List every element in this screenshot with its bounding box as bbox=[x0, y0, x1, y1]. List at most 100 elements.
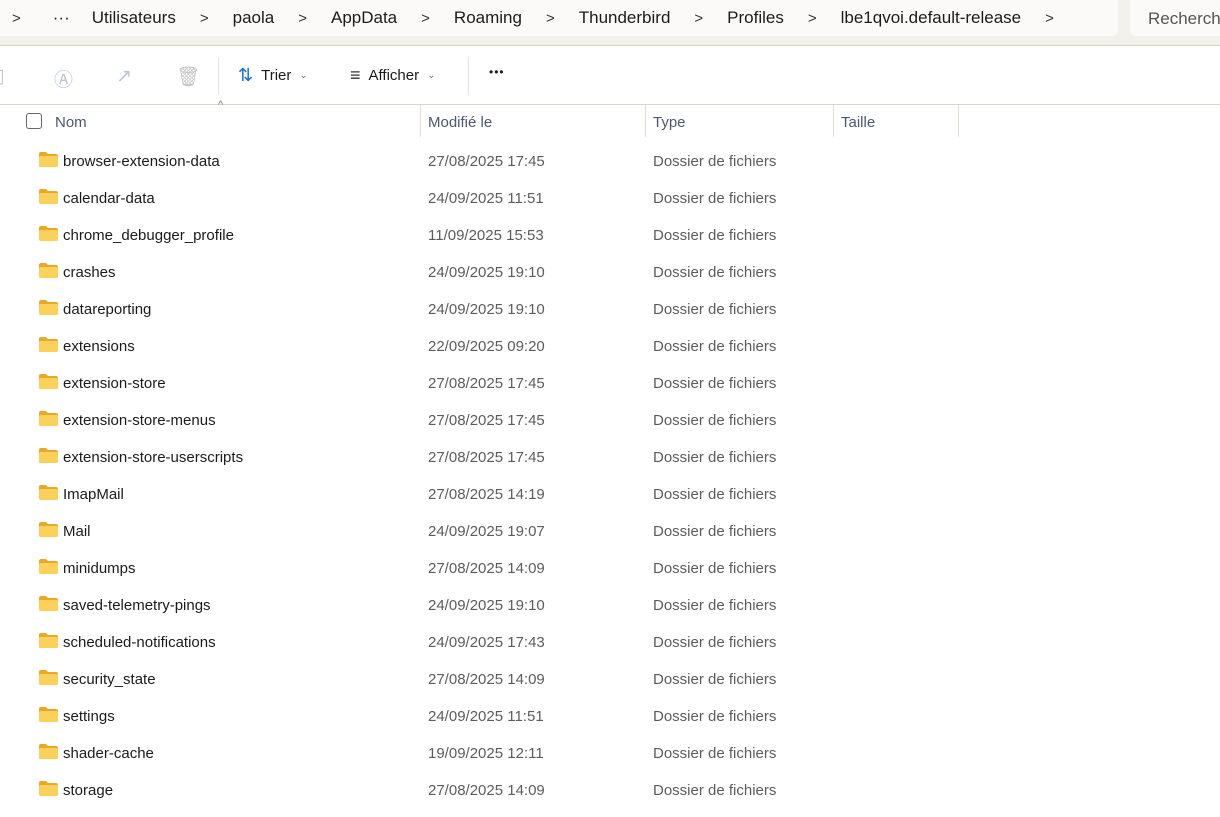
file-modified: 22/09/2025 09:20 bbox=[428, 338, 545, 355]
file-name: chrome_debugger_profile bbox=[63, 227, 234, 244]
breadcrumb-item[interactable]: paola bbox=[233, 8, 275, 28]
breadcrumb-item[interactable]: Profiles bbox=[727, 8, 784, 28]
breadcrumb[interactable]: > ··· Utilisateurs > paola > AppData > R… bbox=[0, 0, 1118, 36]
file-row[interactable]: shader-cache 19/09/2025 12:11 Dossier de… bbox=[0, 735, 1220, 772]
breadcrumb-item[interactable]: Thunderbird bbox=[579, 8, 671, 28]
breadcrumb-item[interactable]: lbe1qvoi.default-release bbox=[841, 8, 1022, 28]
chevron-right-icon[interactable]: > bbox=[421, 10, 430, 27]
file-row[interactable]: storage 27/08/2025 14:09 Dossier de fich… bbox=[0, 772, 1220, 809]
file-row[interactable]: extension-store-userscripts 27/08/2025 1… bbox=[0, 439, 1220, 476]
chevron-right-icon[interactable]: > bbox=[12, 10, 21, 27]
chevron-down-icon: ⌄ bbox=[299, 70, 308, 81]
more-options-button[interactable]: ••• bbox=[489, 65, 505, 79]
folder-icon bbox=[39, 522, 58, 537]
file-name: extension-store-userscripts bbox=[63, 449, 244, 466]
view-button[interactable]: ≡ Afficher ⌄ bbox=[350, 65, 436, 86]
file-row[interactable]: security_state 27/08/2025 14:09 Dossier … bbox=[0, 661, 1220, 698]
breadcrumb-item[interactable]: Utilisateurs bbox=[92, 8, 176, 28]
file-name: calendar-data bbox=[63, 190, 155, 207]
column-size[interactable]: Taille bbox=[834, 105, 959, 137]
file-name: security_state bbox=[63, 671, 156, 688]
file-row[interactable]: settings 24/09/2025 11:51 Dossier de fic… bbox=[0, 698, 1220, 735]
file-modified: 19/09/2025 12:11 bbox=[428, 745, 544, 762]
file-name: scheduled-notifications bbox=[63, 634, 216, 651]
sort-icon: ⇅ bbox=[238, 65, 254, 85]
file-name: ImapMail bbox=[63, 486, 124, 503]
file-type: Dossier de fichiers bbox=[653, 523, 777, 540]
file-modified: 27/08/2025 17:45 bbox=[428, 153, 545, 170]
file-name: crashes bbox=[63, 264, 116, 281]
chevron-right-icon[interactable]: > bbox=[200, 10, 209, 27]
file-row[interactable]: saved-telemetry-pings 24/09/2025 19:10 D… bbox=[0, 587, 1220, 624]
column-type[interactable]: Type bbox=[646, 105, 834, 137]
file-modified: 24/09/2025 19:10 bbox=[428, 264, 545, 281]
file-row[interactable]: Mail 24/09/2025 19:07 Dossier de fichier… bbox=[0, 513, 1220, 550]
file-type: Dossier de fichiers bbox=[653, 449, 777, 466]
file-row[interactable]: browser-extension-data 27/08/2025 17:45 … bbox=[0, 143, 1220, 180]
file-modified: 24/09/2025 19:10 bbox=[428, 597, 545, 614]
toolbar: ▯ Ⓐ ↗ 🗑 ⇅ Trier ⌄ ≡ Afficher ⌄ ••• bbox=[0, 47, 1220, 105]
folder-icon bbox=[39, 337, 58, 352]
chevron-down-icon: ⌄ bbox=[427, 70, 436, 81]
folder-icon bbox=[39, 263, 58, 278]
folder-icon bbox=[39, 300, 58, 315]
chevron-right-icon[interactable]: > bbox=[694, 10, 703, 27]
share-icon[interactable]: ↗ bbox=[116, 65, 132, 88]
chevron-right-icon[interactable]: > bbox=[1045, 10, 1054, 27]
file-row[interactable]: datareporting 24/09/2025 19:10 Dossier d… bbox=[0, 291, 1220, 328]
file-type: Dossier de fichiers bbox=[653, 227, 777, 244]
file-modified: 24/09/2025 19:07 bbox=[428, 523, 545, 540]
file-modified: 27/08/2025 14:19 bbox=[428, 486, 545, 503]
sort-button[interactable]: ⇅ Trier ⌄ bbox=[238, 65, 308, 86]
chevron-right-icon[interactable]: > bbox=[546, 10, 555, 27]
file-row[interactable]: scheduled-notifications 24/09/2025 17:43… bbox=[0, 624, 1220, 661]
file-row[interactable]: calendar-data 24/09/2025 11:51 Dossier d… bbox=[0, 180, 1220, 217]
folder-icon bbox=[39, 670, 58, 685]
file-name: datareporting bbox=[63, 301, 152, 318]
breadcrumb-item[interactable]: AppData bbox=[331, 8, 397, 28]
file-row[interactable]: extension-store-menus 27/08/2025 17:45 D… bbox=[0, 402, 1220, 439]
folder-icon bbox=[39, 226, 58, 241]
file-row[interactable]: extensions 22/09/2025 09:20 Dossier de f… bbox=[0, 328, 1220, 365]
file-row[interactable]: ImapMail 27/08/2025 14:19 Dossier de fic… bbox=[0, 476, 1220, 513]
file-row[interactable]: chrome_debugger_profile 11/09/2025 15:53… bbox=[0, 217, 1220, 254]
file-row[interactable]: minidumps 27/08/2025 14:09 Dossier de fi… bbox=[0, 550, 1220, 587]
folder-icon bbox=[39, 559, 58, 574]
chevron-right-icon[interactable]: > bbox=[298, 10, 307, 27]
folder-icon bbox=[39, 596, 58, 611]
divider bbox=[218, 57, 219, 95]
divider bbox=[468, 57, 469, 95]
folder-icon bbox=[39, 485, 58, 500]
file-name: extensions bbox=[63, 338, 135, 355]
folder-icon bbox=[39, 448, 58, 463]
file-modified: 27/08/2025 14:09 bbox=[428, 782, 545, 799]
file-modified: 27/08/2025 17:45 bbox=[428, 449, 545, 466]
rename-icon[interactable]: Ⓐ bbox=[54, 65, 73, 92]
file-row[interactable]: crashes 24/09/2025 19:10 Dossier de fich… bbox=[0, 254, 1220, 291]
file-type: Dossier de fichiers bbox=[653, 338, 777, 355]
chevron-right-icon[interactable]: > bbox=[808, 10, 817, 27]
folder-icon bbox=[39, 707, 58, 722]
folder-icon bbox=[39, 189, 58, 204]
paste-icon[interactable]: ▯ bbox=[0, 65, 4, 88]
file-modified: 27/08/2025 17:45 bbox=[428, 375, 545, 392]
folder-icon bbox=[39, 633, 58, 648]
breadcrumb-overflow[interactable]: ··· bbox=[53, 8, 70, 28]
search-input[interactable]: Rechercher bbox=[1130, 0, 1220, 36]
folder-icon bbox=[39, 781, 58, 796]
column-name[interactable]: Nom bbox=[0, 105, 421, 137]
file-modified: 24/09/2025 19:10 bbox=[428, 301, 545, 318]
breadcrumb-item[interactable]: Roaming bbox=[454, 8, 522, 28]
sort-label: Trier bbox=[261, 67, 292, 84]
delete-icon[interactable]: 🗑 bbox=[176, 65, 200, 89]
file-name: extension-store-menus bbox=[63, 412, 216, 429]
file-modified: 24/09/2025 11:51 bbox=[428, 708, 544, 725]
file-type: Dossier de fichiers bbox=[653, 486, 777, 503]
file-name: saved-telemetry-pings bbox=[63, 597, 211, 614]
file-type: Dossier de fichiers bbox=[653, 634, 777, 651]
file-type: Dossier de fichiers bbox=[653, 745, 777, 762]
column-header: ^ Nom Modifié le Type Taille bbox=[0, 99, 1220, 137]
view-label: Afficher bbox=[368, 67, 420, 84]
column-modified[interactable]: Modifié le bbox=[421, 105, 646, 137]
file-row[interactable]: extension-store 27/08/2025 17:45 Dossier… bbox=[0, 365, 1220, 402]
